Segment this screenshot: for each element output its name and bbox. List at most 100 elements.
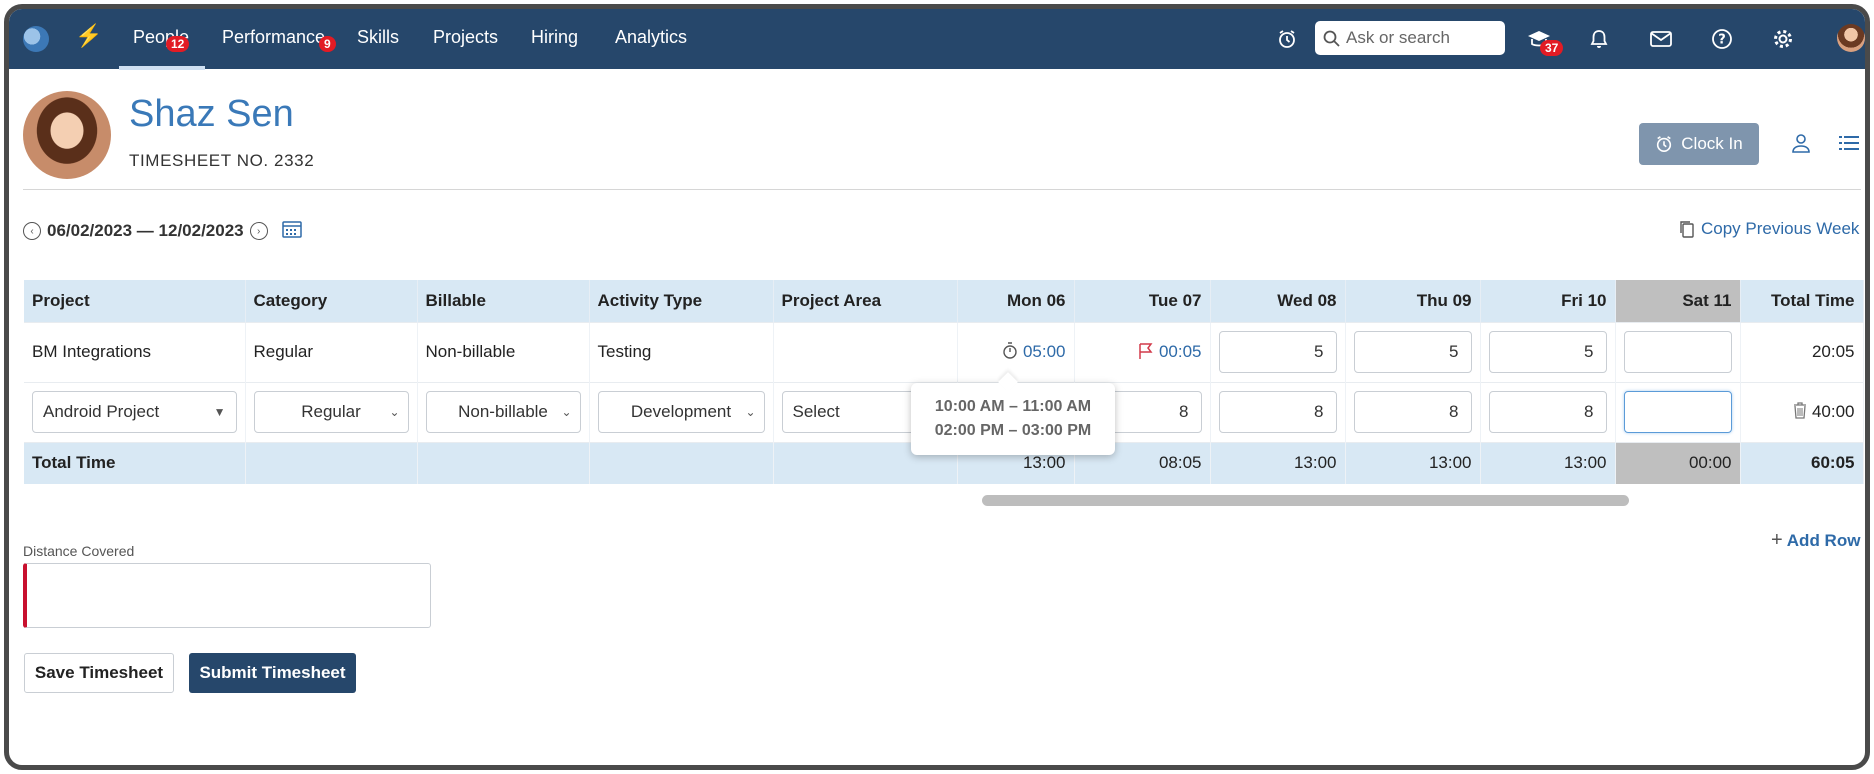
tab-skills[interactable]: Skills [357, 27, 399, 48]
chevron-down-icon: ⌄ [745, 405, 756, 419]
wed-hours-input[interactable]: 8 [1218, 391, 1337, 433]
col-thu: Thu 09 [1345, 280, 1481, 322]
next-week-icon[interactable]: › [249, 222, 268, 240]
help-icon[interactable]: ? [1707, 24, 1737, 54]
thu-hours-input[interactable]: 8 [1353, 391, 1472, 433]
learning-count-badge: 37 [1540, 40, 1564, 56]
col-billable: Billable [417, 280, 590, 322]
activity-select-value: Development [630, 402, 732, 421]
submit-timesheet-button[interactable]: Submit Timesheet [189, 653, 356, 693]
add-row-label: Add Row [1786, 531, 1861, 550]
copy-icon [1680, 221, 1694, 238]
tab-performance[interactable]: Performance 9 [222, 27, 336, 52]
category-cell: Regular [245, 321, 418, 382]
empty-cell [417, 441, 590, 484]
billable-cell: Non-billable [417, 321, 590, 382]
tue-time-cell[interactable]: 00:05 [1074, 321, 1211, 382]
copy-previous-week-label: Copy Previous Week [1701, 219, 1860, 238]
thu-input-cell: 8 [1345, 381, 1481, 442]
empty-cell [245, 441, 418, 484]
distance-covered-label: Distance Covered [23, 543, 135, 559]
mon-time-value: 05:00 [1022, 342, 1066, 361]
chevron-down-icon: ⌄ [561, 405, 572, 419]
billable-select-value: Non-billable [458, 402, 548, 421]
wed-hours-input[interactable]: 5 [1218, 331, 1337, 373]
tab-people[interactable]: People 12 [118, 27, 206, 70]
tab-label: Analytics [615, 27, 688, 47]
mon-time-cell[interactable]: 05:00 [957, 321, 1075, 382]
wed-input-cell: 5 [1210, 321, 1346, 382]
tab-hiring[interactable]: Hiring [531, 27, 578, 48]
previous-week-icon[interactable]: ‹ [23, 222, 41, 240]
tooltip-line-1: 10:00 AM – 11:00 AM [934, 398, 1092, 415]
calendar-icon[interactable] [281, 220, 302, 243]
project-select[interactable]: Android Project ▼ [32, 391, 237, 433]
tue-time-value: 00:05 [1158, 342, 1202, 361]
timesheet-number: TIMESHEET NO. 2332 [129, 151, 315, 170]
save-timesheet-button[interactable]: Save Timesheet [24, 653, 174, 693]
copy-previous-week-link[interactable]: Copy Previous Week [1679, 219, 1859, 239]
activity-select[interactable]: Development ⌄ [597, 391, 765, 433]
list-view-icon[interactable] [1837, 131, 1861, 155]
col-sat: Sat 11 [1615, 280, 1741, 322]
mail-icon[interactable] [1646, 24, 1676, 54]
trash-icon[interactable] [1793, 402, 1807, 419]
project-area-select-value: Select [792, 402, 840, 421]
table-row: BM Integrations Regular Non-billable Tes… [24, 321, 1864, 382]
col-wed: Wed 08 [1210, 280, 1346, 322]
tab-projects[interactable]: Projects [433, 27, 498, 48]
empty-cell [589, 441, 774, 484]
stopwatch-icon [1003, 342, 1017, 359]
fri-hours-input[interactable]: 8 [1488, 391, 1607, 433]
billable-cell: Non-billable ⌄ [417, 381, 590, 442]
row-total-cell: 40:00 [1740, 381, 1864, 442]
employee-name[interactable]: Shaz Sen [129, 93, 294, 136]
thu-hours-input[interactable]: 5 [1353, 331, 1472, 373]
fri-input-cell: 8 [1480, 381, 1616, 442]
row-total-cell: 20:05 [1740, 321, 1864, 382]
tab-label: Performance [222, 27, 326, 47]
clock-in-button[interactable]: Clock In [1639, 123, 1759, 165]
category-select[interactable]: Regular ⌄ [253, 391, 409, 433]
date-range-bar: ‹ 06/02/2023 — 12/02/2023 › [23, 219, 302, 243]
tab-label: Skills [357, 27, 400, 47]
logo-icon[interactable] [23, 26, 49, 52]
distance-covered-textarea[interactable] [23, 563, 431, 628]
search-input[interactable]: Ask or search [1315, 21, 1505, 55]
search-placeholder: Ask or search [1346, 28, 1450, 47]
gear-icon[interactable] [1768, 24, 1798, 54]
sat-hours-input[interactable] [1623, 391, 1732, 433]
col-mon: Mon 06 [957, 280, 1075, 322]
col-fri: Fri 10 [1480, 280, 1616, 322]
flag-icon [1139, 343, 1153, 359]
col-activity-type: Activity Type [589, 280, 774, 322]
fri-total: 13:00 [1480, 441, 1616, 484]
billable-select[interactable]: Non-billable ⌄ [425, 391, 581, 433]
sat-hours-input[interactable] [1623, 331, 1732, 373]
fri-hours-input[interactable]: 5 [1488, 331, 1607, 373]
col-project: Project [24, 280, 246, 322]
people-count-badge: 12 [166, 36, 190, 52]
top-nav: ⚡ People 12 Performance 9 Skills Project… [9, 9, 1865, 70]
tab-analytics[interactable]: Analytics [615, 27, 687, 48]
thu-total: 13:00 [1345, 441, 1481, 484]
search-icon [1323, 30, 1340, 47]
app-window: ⚡ People 12 Performance 9 Skills Project… [4, 4, 1870, 770]
col-category: Category [245, 280, 418, 322]
horizontal-scrollbar[interactable] [982, 495, 1629, 506]
add-row-link[interactable]: + Add Row [1771, 529, 1860, 552]
caret-down-icon: ▼ [213, 405, 226, 419]
sat-input-cell [1615, 321, 1741, 382]
bolt-icon[interactable]: ⚡ [75, 23, 102, 49]
activity-cell: Testing [589, 321, 774, 382]
user-avatar[interactable] [1837, 24, 1865, 52]
fri-input-cell: 5 [1480, 321, 1616, 382]
alarm-clock-icon[interactable] [1272, 24, 1302, 54]
col-tue: Tue 07 [1074, 280, 1211, 322]
bell-icon[interactable] [1584, 24, 1614, 54]
graduation-cap-icon[interactable]: 37 [1524, 24, 1564, 56]
tab-label: Hiring [531, 27, 579, 47]
tooltip-line-2: 02:00 PM – 03:00 PM [934, 422, 1092, 439]
wed-total: 13:00 [1210, 441, 1346, 484]
person-icon[interactable] [1789, 131, 1813, 155]
